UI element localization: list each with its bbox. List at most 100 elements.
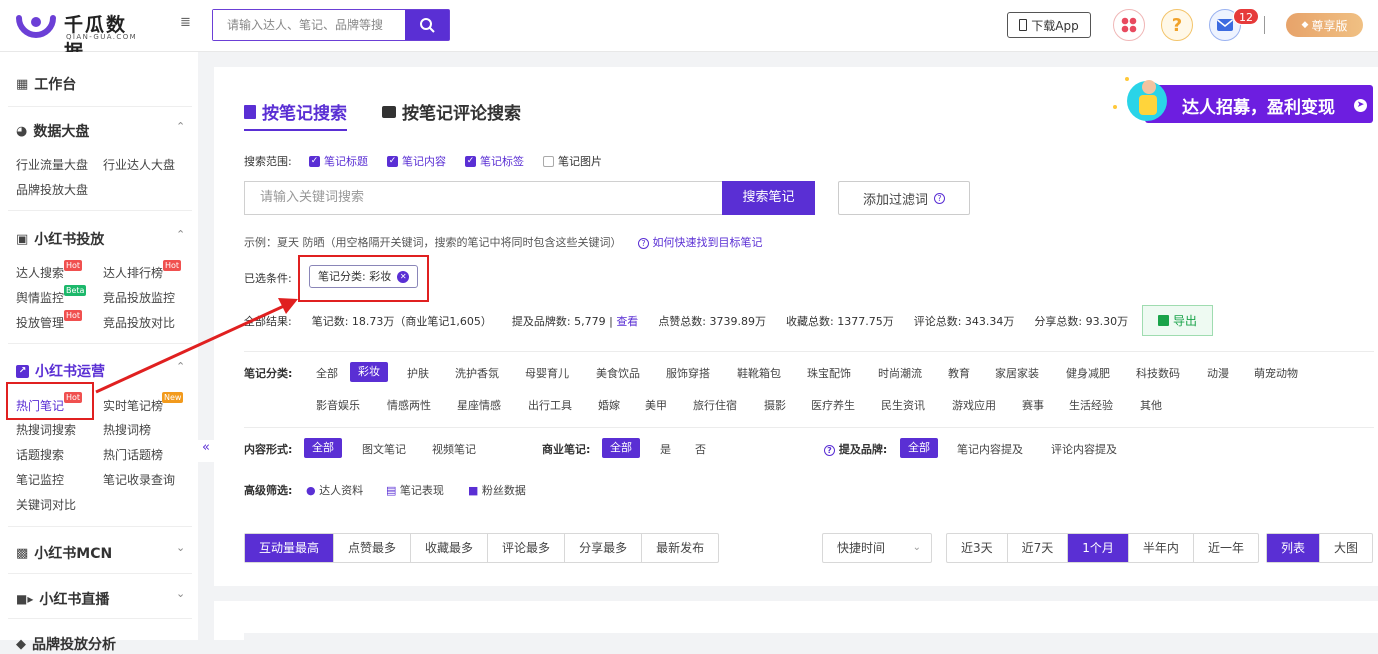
category-haircare[interactable]: 洗护香氛	[455, 365, 499, 381]
view-brands-link[interactable]: 查看	[616, 315, 638, 328]
category-home[interactable]: 家居家装	[995, 365, 1039, 381]
biz-yes[interactable]: 是	[660, 441, 671, 457]
category-baby[interactable]: 母婴育儿	[525, 365, 569, 381]
sort-shares[interactable]: 分享最多	[565, 534, 643, 562]
category-health[interactable]: 医疗养生	[811, 397, 855, 413]
logo[interactable]: 千瓜数据 QIAN-GUA.COM	[16, 8, 140, 63]
sidebar-item-kol-search[interactable]: 达人搜索	[16, 264, 64, 281]
advanced-fans[interactable]: ■ 粉丝数据	[468, 482, 526, 498]
view-list[interactable]: 列表	[1267, 534, 1321, 562]
advanced-performance[interactable]: ▤ 笔记表现	[386, 482, 444, 498]
scope-option-images[interactable]: 笔记图片	[543, 153, 602, 169]
search-notes-button[interactable]: 搜索笔记	[722, 181, 815, 215]
quick-time-select[interactable]: 快捷时间 ⌄	[822, 533, 932, 563]
add-filter-word-button[interactable]: 添加过滤词 ?	[838, 181, 970, 215]
sidebar-item-hot-word-rank[interactable]: 热搜词榜	[103, 421, 151, 438]
category-news[interactable]: 民生资讯	[881, 397, 925, 413]
brand-all[interactable]: 全部	[900, 438, 938, 458]
tab-comment-search[interactable]: 按笔记评论搜索	[382, 99, 521, 124]
sidebar-item-industry-kol[interactable]: 行业达人大盘	[103, 156, 175, 173]
category-anime[interactable]: 动漫	[1207, 365, 1229, 381]
sidebar-item-topic-search[interactable]: 话题搜索	[16, 446, 64, 463]
sidebar-item-competitor-compare[interactable]: 竞品投放对比	[103, 314, 175, 331]
sort-comments[interactable]: 评论最多	[488, 534, 566, 562]
range-1y[interactable]: 近一年	[1194, 534, 1258, 562]
view-grid[interactable]: 大图	[1320, 534, 1372, 562]
menu-collapse-icon[interactable]: ≣	[180, 16, 194, 30]
scope-option-content[interactable]: ✓ 笔记内容	[387, 153, 446, 169]
category-travel[interactable]: 旅行住宿	[693, 397, 737, 413]
category-education[interactable]: 教育	[948, 365, 970, 381]
category-tech[interactable]: 科技数码	[1136, 365, 1180, 381]
sidebar-section-live[interactable]: ■▸ 小红书直播	[16, 589, 109, 609]
sidebar-item-industry-traffic[interactable]: 行业流量大盘	[16, 156, 88, 173]
sidebar-item-topic-rank[interactable]: 热门话题榜	[103, 446, 163, 463]
sidebar-section-brand[interactable]: ◆ 品牌投放分析	[16, 634, 116, 654]
scope-option-tags[interactable]: ✓ 笔记标签	[465, 153, 524, 169]
form-video-note[interactable]: 视频笔记	[432, 441, 476, 457]
help-button[interactable]: ?	[1161, 9, 1193, 41]
category-jewelry[interactable]: 珠宝配饰	[807, 365, 851, 381]
sidebar-item-note-index[interactable]: 笔记收录查询	[103, 471, 175, 488]
sidebar-collapse-icon[interactable]: «	[198, 440, 214, 462]
sidebar-section-dashboard[interactable]: ◕ 数据大盘	[16, 121, 89, 141]
scope-option-title[interactable]: ✓ 笔记标题	[309, 153, 368, 169]
chevron-up-icon[interactable]: ⌃	[176, 360, 185, 373]
brand-in-content[interactable]: 笔记内容提及	[957, 441, 1023, 457]
category-all[interactable]: 全部	[316, 365, 338, 381]
sidebar-item-competitor-monitor[interactable]: 竞品投放监控	[103, 289, 175, 306]
range-7d[interactable]: 近7天	[1008, 534, 1069, 562]
category-games[interactable]: 游戏应用	[952, 397, 996, 413]
brand-in-comments[interactable]: 评论内容提及	[1051, 441, 1117, 457]
sidebar-section-ads[interactable]: ▣ 小红书投放	[16, 229, 104, 249]
tab-note-search[interactable]: 按笔记搜索	[244, 99, 347, 131]
help-link[interactable]: ? 如何快速找到目标笔记	[638, 234, 763, 250]
sort-interactions[interactable]: 互动量最高	[245, 534, 335, 562]
sidebar-item-hot-search[interactable]: 热搜词搜索	[16, 421, 76, 438]
chevron-down-icon[interactable]: ⌄	[176, 541, 185, 554]
category-fashion[interactable]: 服饰穿搭	[666, 365, 710, 381]
category-photo[interactable]: 摄影	[764, 397, 786, 413]
sidebar-section-ops[interactable]: ↗ 小红书运营	[16, 361, 105, 381]
form-image-note[interactable]: 图文笔记	[362, 441, 406, 457]
category-fitness[interactable]: 健身减肥	[1066, 365, 1110, 381]
category-transport[interactable]: 出行工具	[528, 397, 572, 413]
sidebar-item-sentiment[interactable]: 舆情监控	[16, 289, 64, 306]
biz-no[interactable]: 否	[695, 441, 706, 457]
sidebar-section-mcn[interactable]: ▩ 小红书MCN	[16, 543, 112, 563]
apps-button[interactable]	[1113, 9, 1145, 41]
sort-likes[interactable]: 点赞最多	[334, 534, 412, 562]
sort-latest[interactable]: 最新发布	[642, 534, 718, 562]
category-bags[interactable]: 鞋靴箱包	[737, 365, 781, 381]
download-app-button[interactable]: 下载App	[1007, 12, 1091, 38]
advanced-kol[interactable]: ● 达人资料	[306, 482, 363, 498]
sidebar-item-keyword-compare[interactable]: 关键词对比	[16, 496, 76, 513]
category-entertainment[interactable]: 影音娱乐	[316, 397, 360, 413]
help-icon[interactable]: ?	[824, 445, 835, 456]
chevron-up-icon[interactable]: ⌃	[176, 228, 185, 241]
category-skincare[interactable]: 护肤	[407, 365, 429, 381]
keyword-input[interactable]: 请输入关键词搜索	[244, 181, 722, 215]
form-all[interactable]: 全部	[304, 438, 342, 458]
category-horoscope[interactable]: 星座情感	[457, 397, 501, 413]
sort-collects[interactable]: 收藏最多	[411, 534, 489, 562]
sidebar-item-realtime-rank[interactable]: 实时笔记榜	[103, 397, 163, 414]
sidebar-item-note-monitor[interactable]: 笔记监控	[16, 471, 64, 488]
category-relationship[interactable]: 情感两性	[387, 397, 431, 413]
recruit-banner[interactable]: 达人招募，盈利变现 ➤	[1105, 71, 1375, 129]
category-life[interactable]: 生活经验	[1069, 397, 1113, 413]
category-sports[interactable]: 赛事	[1022, 397, 1044, 413]
range-3d[interactable]: 近3天	[947, 534, 1008, 562]
sidebar-item-ad-manage[interactable]: 投放管理	[16, 314, 64, 331]
range-1m[interactable]: 1个月	[1068, 534, 1129, 562]
category-food[interactable]: 美食饮品	[596, 365, 640, 381]
category-pets[interactable]: 萌宠动物	[1254, 365, 1298, 381]
category-trend[interactable]: 时尚潮流	[878, 365, 922, 381]
biz-all[interactable]: 全部	[602, 438, 640, 458]
category-nails[interactable]: 美甲	[645, 397, 667, 413]
sidebar-item-brand-ads[interactable]: 品牌投放大盘	[16, 181, 88, 198]
sidebar-item-kol-rank[interactable]: 达人排行榜	[103, 264, 163, 281]
chevron-up-icon[interactable]: ⌃	[176, 120, 185, 133]
search-button[interactable]	[405, 10, 449, 40]
vip-badge[interactable]: ◆ 尊享版	[1286, 13, 1363, 37]
